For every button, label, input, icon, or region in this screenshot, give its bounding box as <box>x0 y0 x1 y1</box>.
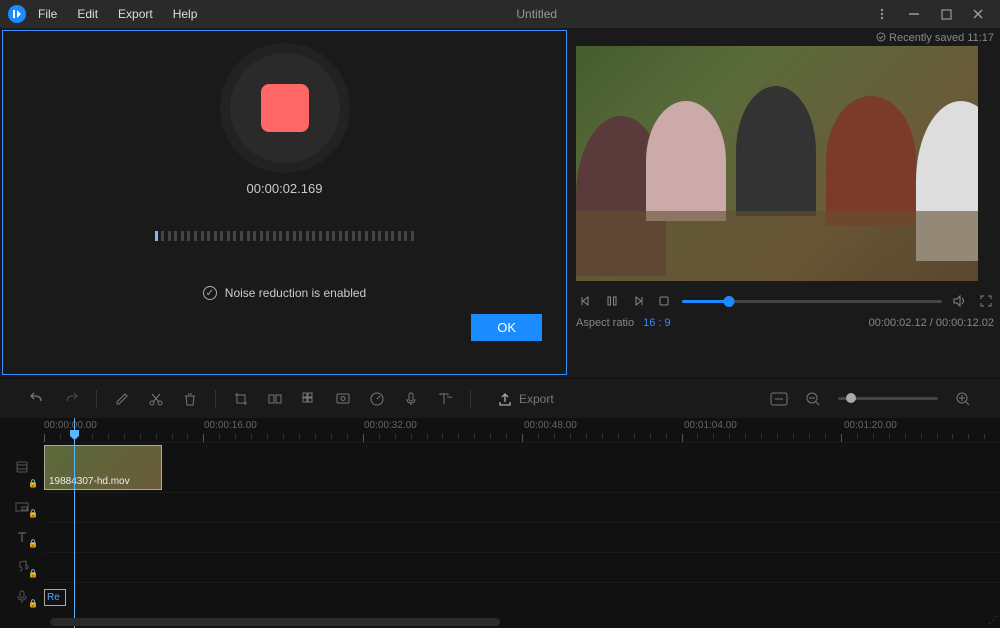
track-music-label[interactable]: 🔒 <box>0 552 44 582</box>
resize-grip-icon[interactable]: ⋰ <box>988 615 998 626</box>
noise-reduction-label: Noise reduction is enabled <box>225 286 366 300</box>
speed-icon[interactable] <box>368 390 386 408</box>
timeline: 🔒 🔒 🔒 🔒 🔒 00:00:00.00 00:00:16.00 00:00:32… <box>0 418 1000 628</box>
menu-edit[interactable]: Edit <box>69 7 106 21</box>
track-voiceover-label[interactable]: 🔒 <box>0 582 44 612</box>
ruler-mark: 00:00:16.00 <box>204 420 257 431</box>
stop-icon <box>261 84 309 132</box>
playhead[interactable] <box>74 418 75 628</box>
zoom-to-fit-icon[interactable] <box>770 390 788 408</box>
track-video-label[interactable]: 🔒 <box>0 442 44 492</box>
voiceover-icon[interactable] <box>402 390 420 408</box>
record-screen-icon[interactable] <box>334 390 352 408</box>
audio-level-meter <box>155 226 415 246</box>
minimize-icon[interactable] <box>900 8 928 20</box>
edit-toolbar: Export <box>0 378 1000 418</box>
prev-frame-button[interactable] <box>578 293 594 309</box>
crop-icon[interactable] <box>232 390 250 408</box>
window-title: Untitled <box>209 7 864 21</box>
text-track[interactable] <box>44 522 1000 552</box>
title-bar: File Edit Export Help Untitled <box>0 0 1000 28</box>
zoom-slider[interactable] <box>838 397 938 400</box>
preview-player[interactable] <box>576 46 978 281</box>
recording-dialog: 00:00:02.169 Noise reduction is enabled … <box>2 30 567 375</box>
close-icon[interactable] <box>964 8 992 20</box>
menu-file[interactable]: File <box>30 7 65 21</box>
menu-help[interactable]: Help <box>165 7 206 21</box>
playback-time: 00:00:02.12 / 00:00:12.02 <box>869 317 994 329</box>
check-icon <box>203 286 217 300</box>
voiceover-clip[interactable]: Re <box>44 589 66 606</box>
recently-saved-label: Recently saved 11:17 <box>576 32 994 46</box>
aspect-ratio-row[interactable]: Aspect ratio 16 : 9 <box>576 317 671 329</box>
export-icon <box>497 391 513 407</box>
ruler-mark: 00:00:32.00 <box>364 420 417 431</box>
export-button[interactable]: Export <box>497 391 554 407</box>
noise-reduction-row: Noise reduction is enabled <box>203 286 366 300</box>
aspect-ratio-value: 16 : 9 <box>643 317 671 329</box>
undo-icon[interactable] <box>28 390 46 408</box>
ok-button[interactable]: OK <box>471 314 542 341</box>
ruler-mark: 00:01:04.00 <box>684 420 737 431</box>
ruler-mark: 00:00:00.00 <box>44 420 97 431</box>
split-icon[interactable] <box>266 390 284 408</box>
edit-pen-icon[interactable] <box>113 390 131 408</box>
horizontal-scrollbar[interactable] <box>50 618 500 626</box>
cut-icon[interactable] <box>147 390 165 408</box>
stop-record-button[interactable] <box>230 53 340 163</box>
music-track[interactable] <box>44 552 1000 582</box>
more-icon[interactable] <box>868 7 896 21</box>
app-logo-icon <box>8 5 26 23</box>
ruler-mark: 00:01:20.00 <box>844 420 897 431</box>
volume-icon[interactable] <box>952 293 968 309</box>
delete-icon[interactable] <box>181 390 199 408</box>
menu-export[interactable]: Export <box>110 7 161 21</box>
zoom-in-icon[interactable] <box>954 390 972 408</box>
pause-button[interactable] <box>604 293 620 309</box>
next-frame-button[interactable] <box>630 293 646 309</box>
track-pip-label[interactable]: 🔒 <box>0 492 44 522</box>
fullscreen-icon[interactable] <box>978 293 994 309</box>
voiceover-track[interactable]: Re <box>44 582 1000 612</box>
video-track[interactable]: 19884307-hd.mov <box>44 442 1000 492</box>
seek-bar[interactable] <box>682 300 942 303</box>
mosaic-icon[interactable] <box>300 390 318 408</box>
maximize-icon[interactable] <box>932 9 960 20</box>
track-text-label[interactable]: 🔒 <box>0 522 44 552</box>
stop-button[interactable] <box>656 293 672 309</box>
video-clip[interactable]: 19884307-hd.mov <box>44 445 162 490</box>
pip-track[interactable] <box>44 492 1000 522</box>
recording-time: 00:00:02.169 <box>247 181 323 196</box>
redo-icon[interactable] <box>62 390 80 408</box>
ruler-mark: 00:00:48.00 <box>524 420 577 431</box>
text-tool-icon[interactable] <box>436 390 454 408</box>
timeline-ruler[interactable]: 00:00:00.00 00:00:16.00 00:00:32.00 00:00:4… <box>44 418 1000 442</box>
zoom-out-icon[interactable] <box>804 390 822 408</box>
